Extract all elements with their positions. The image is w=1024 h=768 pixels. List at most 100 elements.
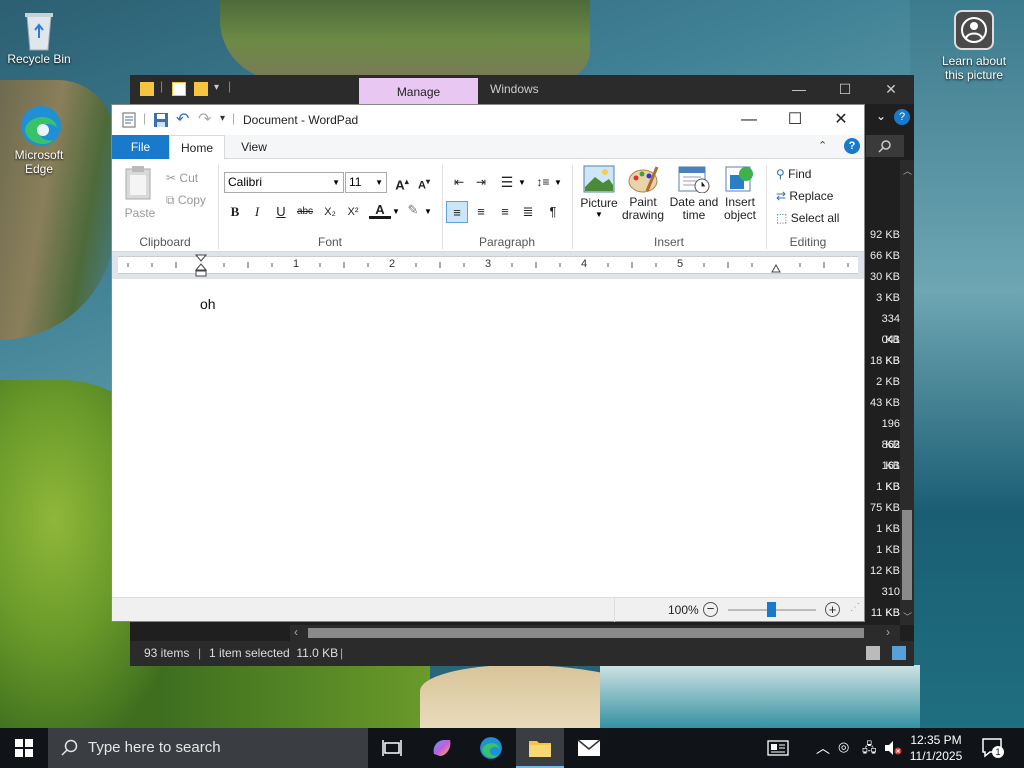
help-icon[interactable]: ? [844, 138, 860, 154]
file-explorer-taskbar-button[interactable] [516, 728, 564, 768]
decrease-indent-icon[interactable]: ⇤ [448, 171, 470, 193]
separator: | [232, 111, 236, 125]
ribbon-expand-icon[interactable]: ⌄ [876, 109, 886, 123]
taskbar-search-box[interactable]: Type here to search [48, 728, 368, 768]
desktop-icon-edge[interactable]: Microsoft Edge [1, 104, 77, 176]
font-size-select[interactable]: 11 ▼ [345, 172, 387, 193]
paste-button[interactable]: Paste [122, 165, 158, 220]
scroll-up-icon[interactable]: ︿ [903, 164, 912, 177]
align-left-icon[interactable]: ≡ [446, 201, 468, 223]
subscript-button[interactable]: X₂ [319, 201, 341, 223]
large-icons-view-icon[interactable] [892, 646, 906, 660]
properties-icon[interactable] [172, 82, 186, 96]
task-view-button[interactable] [368, 728, 416, 768]
resize-grip-icon[interactable]: ⋰ [850, 602, 860, 613]
zoom-in-icon[interactable]: + [825, 602, 840, 617]
system-clock[interactable]: 12:35 PM 11/1/2025 [896, 732, 976, 764]
find-button[interactable]: ⚲ Find [776, 167, 811, 181]
chevron-down-icon[interactable]: ▼ [554, 178, 562, 187]
close-button[interactable]: ✕ [868, 75, 914, 104]
italic-button[interactable]: I [246, 201, 268, 223]
ruler[interactable]: 1 2 3 4 5 [112, 252, 864, 279]
insert-object-button[interactable]: Insert object [720, 165, 760, 222]
horizontal-scrollbar[interactable]: ‹ › [290, 625, 900, 641]
tab-file[interactable]: File [112, 135, 169, 159]
save-icon[interactable] [153, 112, 169, 128]
redo-icon[interactable]: ↷ [198, 109, 211, 129]
explorer-titlebar[interactable]: | ▾ | Manage Windows — ☐ ✕ [130, 75, 914, 104]
grow-font-button[interactable]: A▴ [391, 171, 413, 193]
news-widget-button[interactable] [756, 728, 800, 768]
details-view-icon[interactable] [866, 646, 880, 660]
document-area[interactable]: oh [112, 279, 864, 597]
highlight-button[interactable]: ✎ [402, 199, 424, 221]
align-right-icon[interactable]: ≡ [494, 201, 516, 223]
bold-button[interactable]: B [224, 201, 246, 223]
qat-customize-icon[interactable]: ▾ [220, 113, 225, 124]
scroll-down-icon[interactable]: ﹀ [903, 610, 912, 623]
chevron-down-icon[interactable]: ▼ [518, 178, 526, 187]
start-button[interactable] [0, 728, 48, 768]
notification-center-button[interactable]: 1 [982, 738, 1004, 761]
close-button[interactable]: ✕ [818, 105, 864, 135]
font-family-select[interactable]: Calibri ▼ [224, 172, 344, 193]
right-indent-marker-icon[interactable] [771, 264, 781, 273]
vertical-scrollbar[interactable]: ︿ ﹀ [900, 160, 914, 625]
paragraph-settings-icon[interactable]: ¶ [542, 201, 564, 223]
underline-button[interactable]: U [270, 201, 292, 223]
tab-manage[interactable]: Manage [359, 78, 478, 104]
copilot-button[interactable] [418, 728, 466, 768]
search-box[interactable] [866, 135, 904, 157]
search-placeholder: Type here to search [88, 739, 221, 756]
increase-indent-icon[interactable]: ⇥ [470, 171, 492, 193]
help-icon[interactable]: ? [894, 109, 910, 125]
folder-icon [529, 741, 551, 757]
font-color-button[interactable]: A [369, 199, 391, 219]
insert-object-label: Insert object [723, 195, 757, 222]
ribbon-collapse-icon[interactable]: ⌃ [818, 139, 827, 152]
scroll-left-icon[interactable]: ‹ [294, 625, 298, 639]
show-hidden-icons-chevron-icon[interactable]: ︿ [816, 738, 830, 758]
cut-button[interactable]: ✂ Cut [166, 171, 198, 185]
align-center-icon[interactable]: ≡ [470, 201, 492, 223]
desktop-icon-learn-about-picture[interactable]: Learn about this picture [936, 10, 1012, 82]
picture-button[interactable]: Picture ▼ [580, 165, 618, 219]
zoom-slider-thumb[interactable] [767, 602, 776, 617]
shrink-font-button[interactable]: A▾ [413, 171, 435, 193]
replace-button[interactable]: ⇄ Replace [776, 189, 833, 203]
minimize-button[interactable]: — [726, 105, 772, 135]
tab-view[interactable]: View [230, 135, 278, 159]
bullet-list-icon[interactable]: ☰ [496, 171, 518, 193]
select-all-button[interactable]: ⬚ Select all [776, 211, 839, 225]
maximize-button[interactable]: ☐ [822, 75, 868, 104]
undo-icon[interactable]: ↶ [176, 109, 189, 129]
new-folder-icon[interactable] [194, 82, 208, 96]
meet-now-icon[interactable]: ◎ [838, 739, 849, 755]
qat-dropdown-icon[interactable]: ▾ [214, 82, 219, 93]
wordpad-titlebar[interactable]: | ↶ ↷ ▾ | Document - WordPad — ☐ ✕ [112, 105, 864, 135]
superscript-button[interactable]: X² [342, 201, 364, 223]
strikethrough-button[interactable]: abc [294, 201, 316, 223]
file-size: 75 KB [870, 502, 900, 514]
indent-marker-icon[interactable] [195, 254, 207, 278]
line-spacing-icon[interactable]: ↕≡ [532, 171, 554, 193]
network-icon[interactable]: 🖧 [862, 739, 877, 761]
chevron-down-icon[interactable]: ▼ [392, 207, 400, 216]
copy-button[interactable]: ⧉ Copy [166, 193, 206, 208]
scroll-thumb[interactable] [308, 628, 864, 638]
zoom-out-icon[interactable]: − [703, 602, 718, 617]
chevron-down-icon[interactable]: ▼ [424, 207, 432, 216]
wordpad-window[interactable]: | ↶ ↷ ▾ | Document - WordPad — ☐ ✕ File … [111, 104, 865, 622]
tab-home[interactable]: Home [169, 135, 225, 160]
edge-taskbar-button[interactable] [467, 728, 515, 768]
justify-icon[interactable]: ≣ [517, 201, 539, 223]
mail-taskbar-button[interactable] [565, 728, 613, 768]
minimize-button[interactable]: — [776, 75, 822, 104]
document-text[interactable]: oh [200, 296, 216, 312]
desktop-icon-recycle-bin[interactable]: Recycle Bin [1, 8, 77, 66]
maximize-button[interactable]: ☐ [772, 105, 818, 135]
paint-drawing-button[interactable]: Paint drawing [620, 165, 666, 222]
scroll-right-icon[interactable]: › [886, 625, 890, 639]
scroll-thumb[interactable] [902, 510, 912, 600]
date-time-button[interactable]: Date and time [668, 165, 720, 222]
